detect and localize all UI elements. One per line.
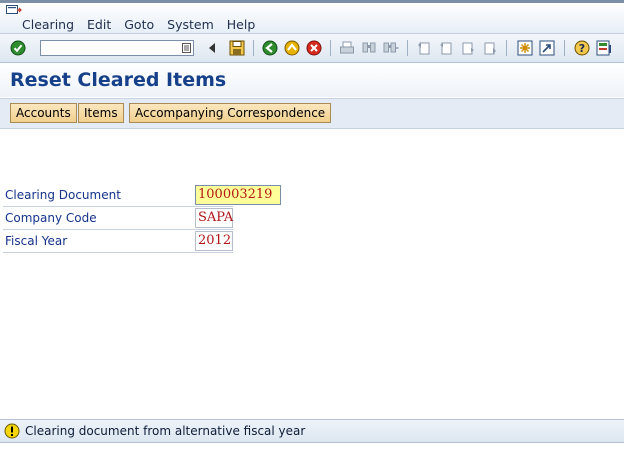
command-input[interactable] xyxy=(41,41,181,56)
exit-icon[interactable] xyxy=(284,40,300,56)
accompanying-correspondence-button[interactable]: Accompanying Correspondence xyxy=(129,103,332,123)
find-icon[interactable] xyxy=(361,40,377,56)
warning-icon xyxy=(4,423,20,439)
status-bar[interactable]: Clearing document from alternative fisca… xyxy=(0,419,624,443)
menu-bar: Clearing Edit Goto System Help xyxy=(0,3,624,34)
back-icon[interactable] xyxy=(262,40,278,56)
clearing-document-row: Clearing Document 100003219 xyxy=(3,184,281,207)
menu-help[interactable]: Help xyxy=(227,17,256,33)
standard-toolbar: ? xyxy=(0,34,624,63)
find-next-icon[interactable] xyxy=(383,40,399,56)
command-field[interactable] xyxy=(40,40,194,56)
menu-goto[interactable]: Goto xyxy=(124,17,154,33)
help-icon[interactable]: ? xyxy=(574,40,590,56)
items-button[interactable]: Items xyxy=(78,103,124,123)
menu-system[interactable]: System xyxy=(167,17,214,33)
shortcut-icon[interactable] xyxy=(539,40,555,56)
status-message: Clearing document from alternative fisca… xyxy=(25,424,306,438)
cancel-icon[interactable] xyxy=(306,40,322,56)
fiscal-year-row: Fiscal Year 2012 xyxy=(3,230,233,253)
command-dropdown-icon[interactable] xyxy=(182,43,191,53)
fiscal-year-field[interactable]: 2012 xyxy=(195,231,233,251)
previous-page-icon[interactable] xyxy=(438,40,454,56)
fiscal-year-label: Fiscal Year xyxy=(5,234,68,248)
company-code-row: Company Code SAPA xyxy=(3,207,233,230)
enter-icon[interactable] xyxy=(10,40,26,56)
create-session-icon[interactable] xyxy=(517,40,533,56)
first-page-icon[interactable] xyxy=(416,40,432,56)
application-toolbar: Accounts Items Accompanying Corresponden… xyxy=(0,98,624,129)
svg-text:?: ? xyxy=(579,42,585,55)
next-page-icon[interactable] xyxy=(460,40,476,56)
clearing-document-label: Clearing Document xyxy=(5,188,121,202)
menu-clearing[interactable]: Clearing xyxy=(22,17,74,33)
back-arrow-icon[interactable] xyxy=(207,42,217,54)
print-icon[interactable] xyxy=(339,40,355,56)
save-icon[interactable] xyxy=(229,40,245,56)
company-code-field[interactable]: SAPA xyxy=(195,208,233,228)
page-title: Reset Cleared Items xyxy=(10,69,227,91)
last-page-icon[interactable] xyxy=(482,40,498,56)
accounts-button[interactable]: Accounts xyxy=(10,103,77,123)
menu-edit[interactable]: Edit xyxy=(87,17,111,33)
system-menu-icon[interactable] xyxy=(6,5,22,15)
clearing-document-field[interactable]: 100003219 xyxy=(195,185,281,205)
layout-menu-icon[interactable] xyxy=(596,40,612,56)
title-bar: Reset Cleared Items xyxy=(0,63,624,97)
company-code-label: Company Code xyxy=(5,211,97,225)
